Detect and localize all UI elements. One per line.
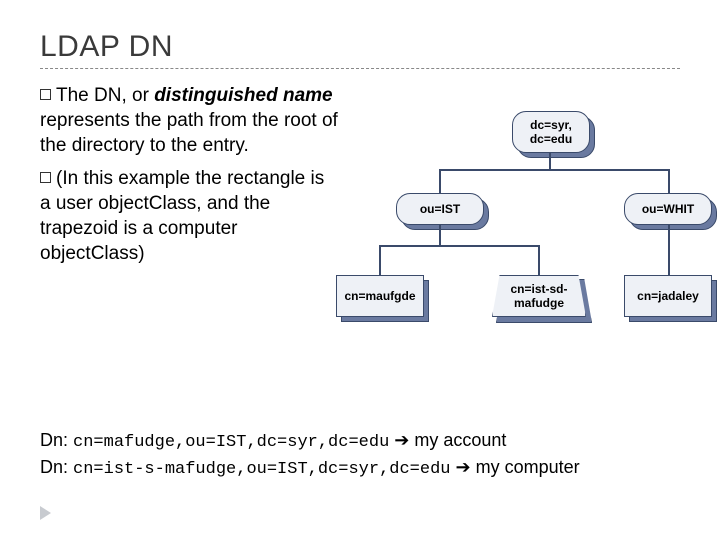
bullet-icon: [40, 172, 51, 183]
bullet-icon: [40, 89, 51, 100]
tree-computer-node: cn=ist-sd-mafudge: [492, 275, 586, 317]
title-divider: [40, 68, 680, 69]
tree-root-node: dc=syr, dc=edu: [512, 111, 590, 153]
bullet-item: The DN, or distinguished name represents…: [40, 83, 340, 158]
dn-line: Dn: cn=mafudge,ou=IST,dc=syr,dc=edu ➔ my…: [40, 428, 690, 455]
tree-ou-node: ou=IST: [396, 193, 484, 225]
ldap-tree-diagram: dc=syr, dc=edu ou=IST ou=WHIT cn=maufgde…: [354, 83, 680, 373]
dn-examples: Dn: cn=mafudge,ou=IST,dc=syr,dc=edu ➔ my…: [40, 428, 690, 482]
tree-user-node: cn=maufgde: [336, 275, 424, 317]
bullet-list: The DN, or distinguished name represents…: [40, 83, 340, 275]
bullet-item: (In this example the rectangle is a user…: [40, 166, 340, 266]
tree-ou-node: ou=WHIT: [624, 193, 712, 225]
page-title: LDAP DN: [40, 30, 680, 64]
dn-line: Dn: cn=ist-s-mafudge,ou=IST,dc=syr,dc=ed…: [40, 455, 690, 482]
tree-user-node: cn=jadaley: [624, 275, 712, 317]
next-page-icon: [40, 506, 51, 520]
